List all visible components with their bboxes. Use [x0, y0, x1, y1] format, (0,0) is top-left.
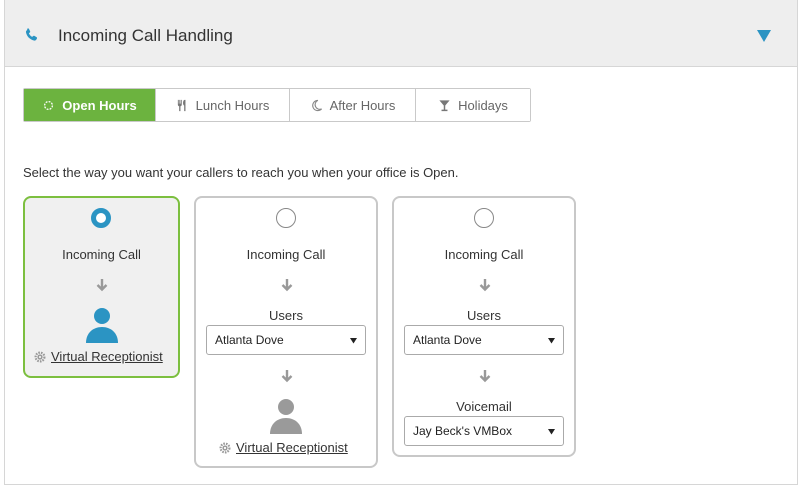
option-radio[interactable]: [474, 208, 494, 228]
incoming-call-label: Incoming Call: [62, 247, 141, 262]
users-select-value: Atlanta Dove: [215, 333, 284, 347]
option-radio[interactable]: [91, 208, 111, 228]
gear-icon[interactable]: [219, 441, 231, 454]
voicemail-select[interactable]: Jay Beck's VMBox: [404, 416, 564, 446]
phone-icon: [25, 28, 38, 41]
virtual-receptionist-link[interactable]: Virtual Receptionist: [34, 349, 163, 364]
voicemail-label: Voicemail: [456, 399, 512, 414]
voicemail-select-value: Jay Beck's VMBox: [413, 424, 512, 438]
arrow-down-icon: [479, 279, 491, 292]
incoming-call-label: Incoming Call: [444, 247, 524, 262]
virtual-receptionist-link-text[interactable]: Virtual Receptionist: [51, 349, 163, 364]
users-select-value: Atlanta Dove: [413, 333, 482, 347]
utensils-icon: [177, 99, 186, 111]
virtual-receptionist-link-text[interactable]: Virtual Receptionist: [236, 440, 348, 455]
tab-holidays[interactable]: Holidays: [416, 89, 530, 121]
tab-open-hours[interactable]: Open Hours: [24, 89, 156, 121]
tab-lunch-hours[interactable]: Lunch Hours: [156, 89, 290, 121]
arrow-down-icon: [96, 279, 108, 292]
users-label: Users: [467, 308, 501, 323]
option-card-virtual-receptionist[interactable]: Incoming Call Virtual Receptionist: [23, 196, 180, 378]
option-card-users-then-voicemail[interactable]: Incoming Call Users Atlanta Dove Voicema…: [392, 196, 576, 457]
panel-header[interactable]: Incoming Call Handling: [5, 0, 797, 67]
tab-label: After Hours: [329, 97, 396, 113]
chevron-down-icon: [548, 338, 555, 344]
collapse-caret-icon[interactable]: [757, 30, 771, 42]
incoming-call-handling-panel: Incoming Call Handling Open Hours Lunch …: [4, 0, 798, 485]
user-icon: [86, 308, 118, 343]
tab-label: Holidays: [458, 97, 508, 113]
arrow-down-icon: [281, 370, 293, 383]
virtual-receptionist-link[interactable]: Virtual Receptionist: [219, 440, 348, 455]
users-select[interactable]: Atlanta Dove: [404, 325, 564, 355]
incoming-call-label: Incoming Call: [246, 247, 326, 262]
cocktail-glass-icon: [439, 99, 450, 111]
tab-after-hours[interactable]: After Hours: [290, 89, 416, 121]
users-select[interactable]: Atlanta Dove: [206, 325, 366, 355]
users-label: Users: [269, 308, 303, 323]
sun-icon: [44, 100, 54, 110]
arrow-down-icon: [479, 370, 491, 383]
arrow-down-icon: [281, 279, 293, 292]
chevron-down-icon: [548, 429, 555, 435]
panel-title: Incoming Call Handling: [58, 26, 233, 45]
instructions-text: Select the way you want your callers to …: [23, 165, 459, 180]
moon-icon: [311, 99, 322, 111]
option-card-users-then-receptionist[interactable]: Incoming Call Users Atlanta Dove Virtual…: [194, 196, 378, 468]
tab-label: Lunch Hours: [195, 97, 270, 113]
tab-label: Open Hours: [62, 97, 137, 113]
hours-tabs: Open Hours Lunch Hours After Hours Holid…: [23, 88, 531, 122]
user-icon: [270, 399, 302, 434]
chevron-down-icon: [350, 338, 357, 344]
gear-icon[interactable]: [34, 350, 46, 363]
option-radio[interactable]: [276, 208, 296, 228]
